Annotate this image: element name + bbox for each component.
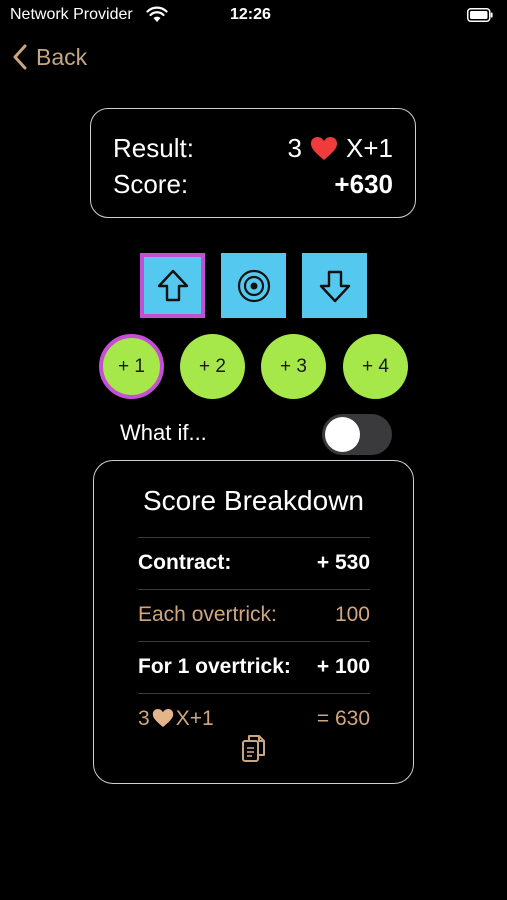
breakdown-title: Score Breakdown	[142, 485, 364, 516]
total-tricks: 3	[138, 707, 150, 730]
each-overtrick-value: 100	[334, 603, 370, 626]
score-label: Score:	[113, 169, 189, 199]
tricks-exact-button[interactable]	[221, 253, 286, 318]
total-value: = 630	[316, 707, 370, 730]
each-overtrick-row: Each overtrick: 100	[138, 589, 370, 642]
overtrick-total-row: For 1 overtrick: + 100	[138, 641, 370, 694]
score-breakdown-panel: Score Breakdown Contract: + 530 Each ove…	[93, 460, 414, 784]
contract-row: Contract: + 530	[138, 537, 370, 590]
copy-icon[interactable]	[241, 733, 267, 763]
target-icon	[237, 269, 270, 302]
tricks-down-button[interactable]	[302, 253, 367, 318]
back-button[interactable]: Back	[12, 42, 87, 72]
overtrick-total-label: For 1 overtrick:	[138, 655, 291, 678]
clock: 12:26	[230, 6, 271, 23]
overtrick-3-button[interactable]: + 3	[261, 334, 326, 399]
contract-value: + 530	[316, 551, 370, 574]
heart-icon	[311, 137, 337, 160]
whatif-toggle[interactable]	[322, 414, 392, 455]
overtrick-4-button[interactable]: + 4	[343, 334, 408, 399]
arrow-down-icon	[319, 270, 350, 302]
result-label: Result:	[113, 133, 194, 163]
result-modifier: X+1	[346, 133, 393, 163]
result-value: 3 X+1	[288, 133, 393, 164]
contract-label: Contract:	[138, 551, 232, 574]
total-modifier: X+1	[175, 707, 214, 730]
status-bar: Network Provider 12:26	[0, 0, 507, 32]
battery-icon	[467, 8, 493, 22]
overtrick-1-button[interactable]: + 1	[99, 334, 164, 399]
toggle-knob	[325, 417, 360, 452]
result-panel: Result: 3 X+1 Score: +630	[90, 108, 416, 218]
overtrick-2-button[interactable]: + 2	[180, 334, 245, 399]
carrier-name: Network Provider	[10, 6, 133, 23]
total-contract: 3 X+1	[138, 707, 214, 731]
tricks-up-button[interactable]	[140, 253, 205, 318]
chevron-left-icon	[13, 44, 27, 70]
score-value: +630	[334, 169, 393, 199]
result-tricks: 3	[287, 133, 302, 163]
each-overtrick-label: Each overtrick:	[138, 603, 277, 626]
back-label: Back	[36, 43, 88, 70]
overtrick-total-value: + 100	[316, 655, 370, 678]
whatif-label: What if...	[120, 420, 207, 445]
heart-icon	[152, 708, 173, 728]
wifi-icon	[146, 6, 168, 22]
arrow-up-icon	[157, 269, 188, 301]
